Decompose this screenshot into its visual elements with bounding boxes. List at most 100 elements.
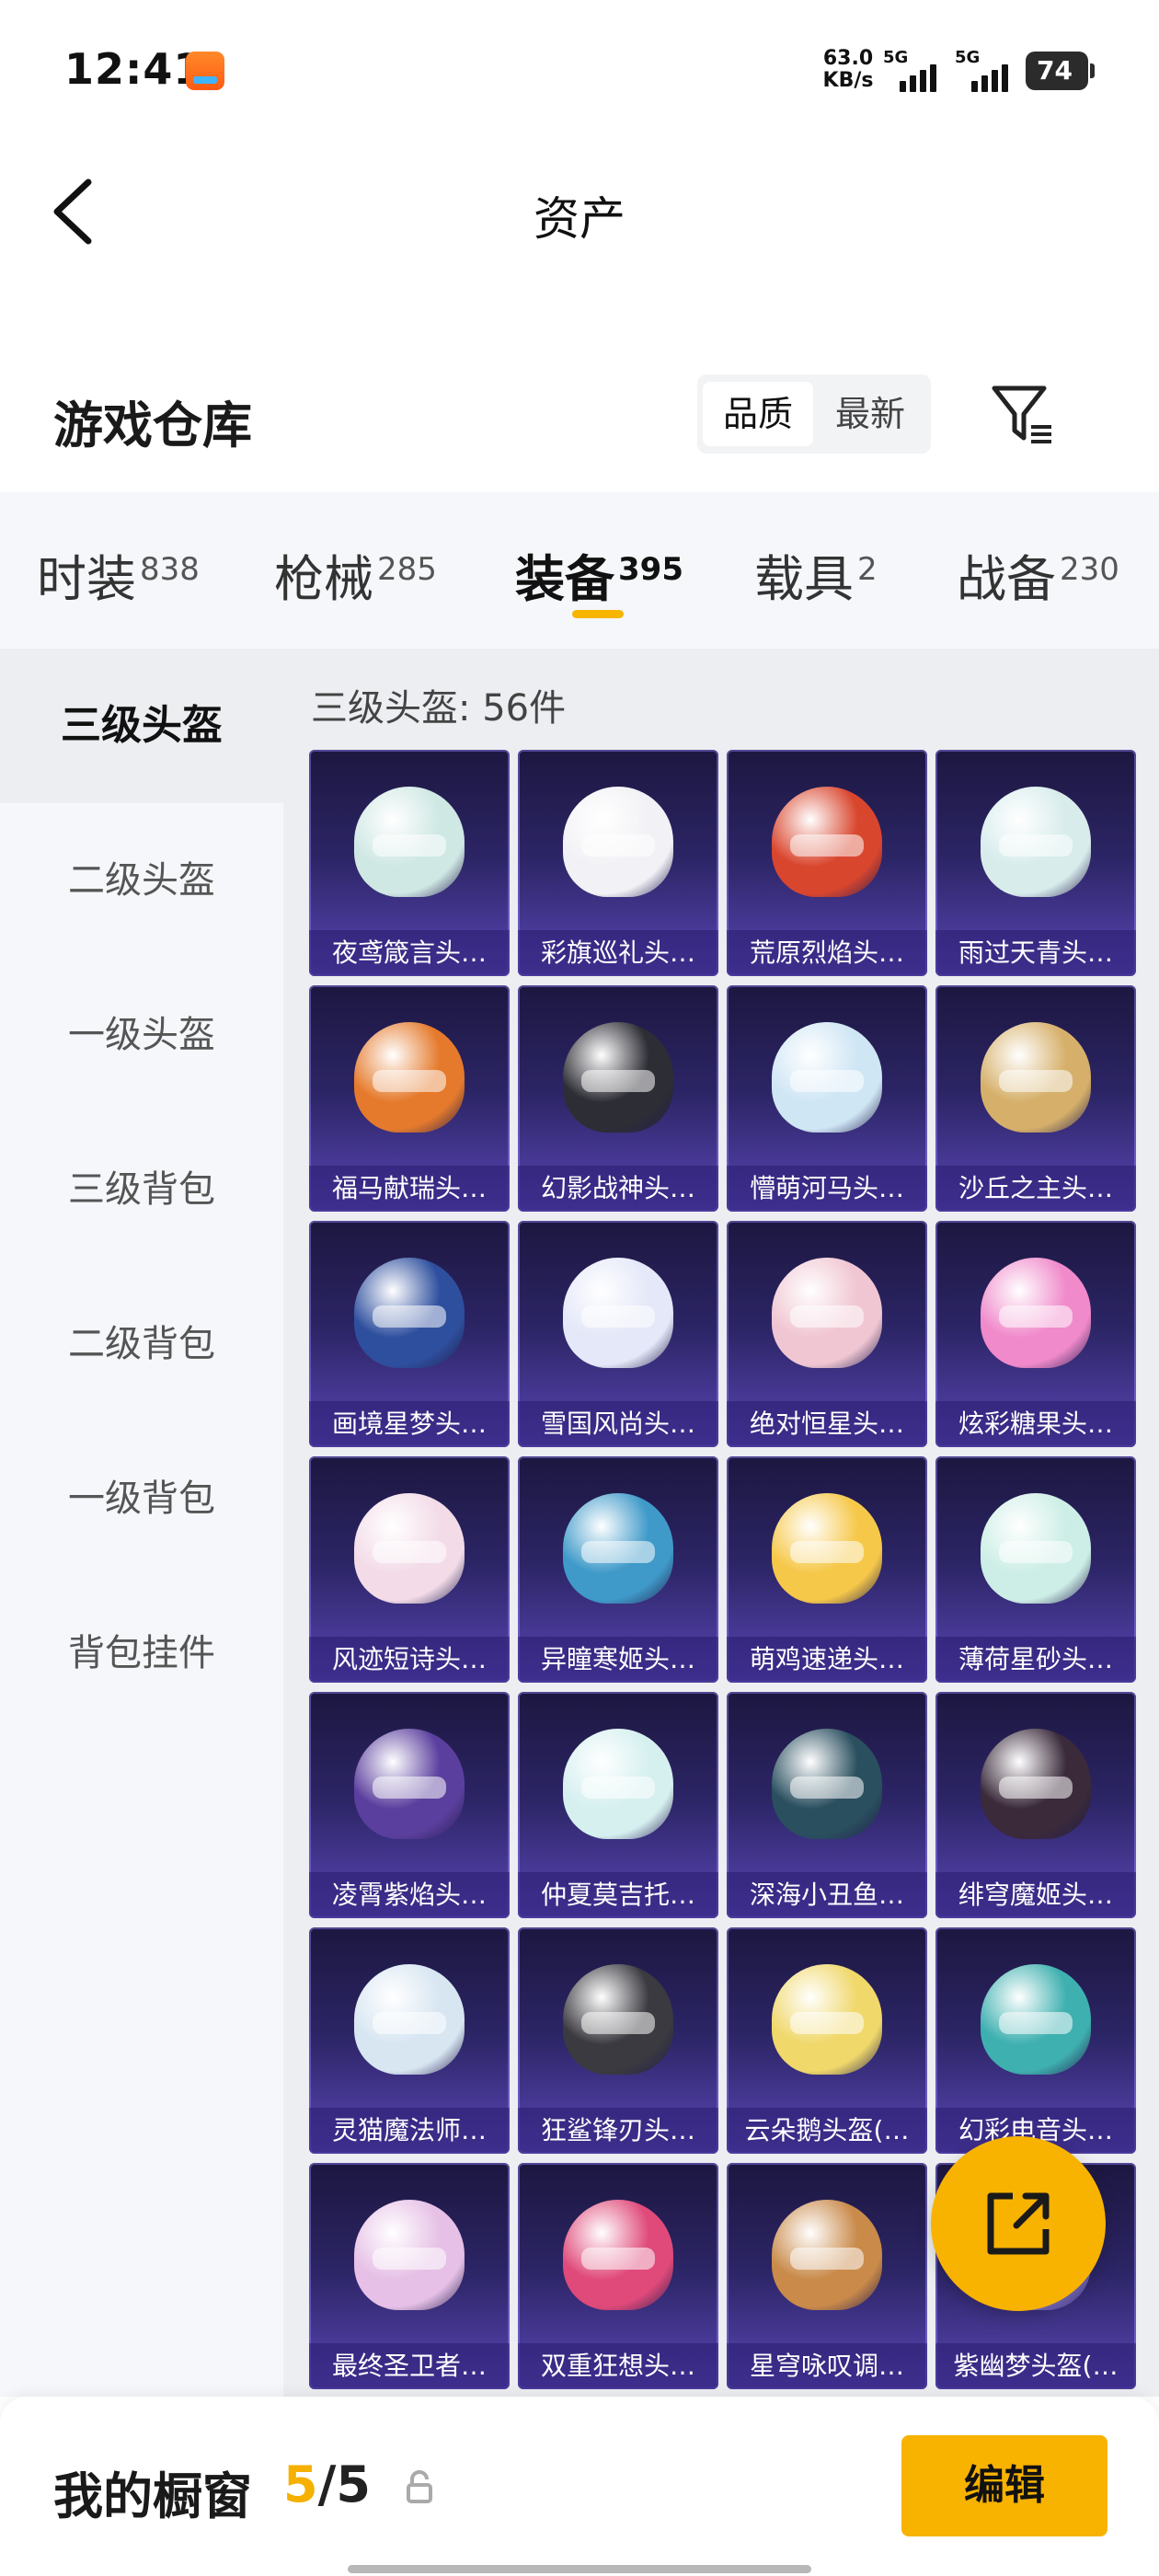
item-name: 最终圣卫者… xyxy=(309,2343,510,2389)
tab-guns[interactable]: 枪械 285 xyxy=(274,538,437,611)
sidebar-item-level2-helmet[interactable]: 二级头盔 xyxy=(0,803,283,958)
filter-icon[interactable] xyxy=(989,381,1057,449)
sidebar-item-level3-backpack[interactable]: 三级背包 xyxy=(0,1112,283,1267)
sidebar-item-level1-backpack[interactable]: 一级背包 xyxy=(0,1421,283,1576)
tab-vehicles[interactable]: 载具 2 xyxy=(754,538,878,611)
item-name: 雨过天青头… xyxy=(935,930,1136,976)
item-card[interactable]: 幻影战神头… xyxy=(518,985,718,1212)
helmet-icon xyxy=(354,787,465,897)
item-name: 风迹短诗头… xyxy=(309,1637,510,1683)
item-card[interactable]: 最终圣卫者… xyxy=(309,2163,510,2389)
item-card[interactable]: 沙丘之主头… xyxy=(935,985,1136,1212)
helmet-icon xyxy=(354,1258,465,1368)
item-name: 灵猫魔法师… xyxy=(309,2108,510,2154)
sidebar-item-backpack-charm[interactable]: 背包挂件 xyxy=(0,1576,283,1731)
clock: 12:41 xyxy=(64,44,204,94)
helmet-icon xyxy=(981,1964,1091,2075)
sort-by-quality[interactable]: 品质 xyxy=(703,382,813,446)
helmet-icon xyxy=(563,1022,673,1133)
helmet-icon xyxy=(563,1729,673,1839)
item-name: 狂鲨锋刃头… xyxy=(518,2108,718,2154)
item-card[interactable]: 彩旗巡礼头… xyxy=(518,750,718,976)
status-bar: 12:41 63.0 KB/s 5G 5G 74 xyxy=(0,0,1159,138)
helmet-icon xyxy=(981,1022,1091,1133)
helmet-icon xyxy=(981,1258,1091,1368)
item-card[interactable]: 深海小丑鱼… xyxy=(727,1692,927,1918)
helmet-icon xyxy=(772,1964,882,2075)
item-card[interactable]: 狂鲨锋刃头… xyxy=(518,1927,718,2154)
signal-2-icon: 5G xyxy=(955,48,1010,92)
item-card[interactable]: 风迹短诗头… xyxy=(309,1456,510,1683)
helmet-icon xyxy=(772,1022,882,1133)
item-card[interactable]: 绝对恒星头… xyxy=(727,1221,927,1447)
item-name: 星穹咏叹调… xyxy=(727,2343,927,2389)
item-name: 异瞳寒姬头… xyxy=(518,1637,718,1683)
network-speed: 63.0 KB/s xyxy=(822,47,874,92)
helmet-icon xyxy=(772,1258,882,1368)
share-button[interactable] xyxy=(931,2136,1106,2311)
tab-fashion[interactable]: 时装 838 xyxy=(37,538,200,611)
share-export-icon xyxy=(987,2192,1050,2255)
helmet-icon xyxy=(772,1729,882,1839)
helmet-icon xyxy=(981,787,1091,897)
item-card[interactable]: 云朵鹅头盔(… xyxy=(727,1927,927,2154)
category-tabs: 时装 838 枪械 285 装备 395 载具 2 战备 230 xyxy=(0,492,1159,649)
sidebar-item-level2-backpack[interactable]: 二级背包 xyxy=(0,1267,283,1421)
item-name: 仲夏莫吉托… xyxy=(518,1872,718,1918)
item-card[interactable]: 懵萌河马头… xyxy=(727,985,927,1212)
home-indicator[interactable] xyxy=(348,2565,811,2573)
helmet-icon xyxy=(563,1493,673,1604)
showcase-bar: 我的橱窗 5/5 编辑 xyxy=(0,2397,1159,2576)
item-card[interactable]: 萌鸡速递头… xyxy=(727,1456,927,1683)
item-card[interactable]: 幻彩电音头… xyxy=(935,1927,1136,2154)
helmet-icon xyxy=(772,2200,882,2310)
edit-button[interactable]: 编辑 xyxy=(901,2435,1107,2536)
item-card[interactable]: 炫彩糖果头… xyxy=(935,1221,1136,1447)
helmet-icon xyxy=(354,1022,465,1133)
item-card[interactable]: 雨过天青头… xyxy=(935,750,1136,976)
item-card[interactable]: 福马献瑞头… xyxy=(309,985,510,1212)
item-card[interactable]: 雪国风尚头… xyxy=(518,1221,718,1447)
item-name: 画境星梦头… xyxy=(309,1401,510,1447)
helmet-icon xyxy=(563,787,673,897)
item-name: 沙丘之主头… xyxy=(935,1166,1136,1212)
item-name: 懵萌河马头… xyxy=(727,1166,927,1212)
item-name: 彩旗巡礼头… xyxy=(518,930,718,976)
taobao-flash-app-icon xyxy=(186,52,224,90)
item-name: 紫幽梦头盔(… xyxy=(935,2343,1136,2389)
item-name: 幻影战神头… xyxy=(518,1166,718,1212)
item-card[interactable]: 异瞳寒姬头… xyxy=(518,1456,718,1683)
sidebar-item-level3-helmet[interactable]: 三级头盔 xyxy=(0,649,283,803)
item-card[interactable]: 凌霄紫焰头… xyxy=(309,1692,510,1918)
sort-by-newest[interactable]: 最新 xyxy=(815,382,925,446)
item-card[interactable]: 画境星梦头… xyxy=(309,1221,510,1447)
tab-gear[interactable]: 战备 230 xyxy=(957,538,1119,611)
item-name: 夜鸢箴言头… xyxy=(309,930,510,976)
item-card[interactable]: 仲夏莫吉托… xyxy=(518,1692,718,1918)
item-name: 双重狂想头… xyxy=(518,2343,718,2389)
showcase-count: 5/5 xyxy=(283,2455,371,2513)
tab-equipment[interactable]: 装备 395 xyxy=(515,538,683,611)
sort-toggle: 品质 最新 xyxy=(697,374,931,454)
battery-icon: 74 xyxy=(1026,52,1095,90)
helmet-icon xyxy=(981,1493,1091,1604)
item-card[interactable]: 薄荷星砂头… xyxy=(935,1456,1136,1683)
item-card[interactable]: 夜鸢箴言头… xyxy=(309,750,510,976)
helmet-icon xyxy=(772,1493,882,1604)
item-name: 云朵鹅头盔(… xyxy=(727,2108,927,2154)
item-list-panel: 三级头盔: 56件 夜鸢箴言头… 彩旗巡礼头… 荒原烈焰头… 雨过天青头… 福马献瑞头…… xyxy=(283,649,1159,2397)
item-name: 荒原烈焰头… xyxy=(727,930,927,976)
helmet-icon xyxy=(563,1258,673,1368)
item-name: 绯穹魔姬头… xyxy=(935,1872,1136,1918)
item-card[interactable]: 灵猫魔法师… xyxy=(309,1927,510,2154)
item-name: 炫彩糖果头… xyxy=(935,1401,1136,1447)
item-card[interactable]: 星穹咏叹调… xyxy=(727,2163,927,2389)
subcategory-sidebar: 三级头盔 二级头盔 一级头盔 三级背包 二级背包 一级背包 背包挂件 xyxy=(0,649,283,2397)
item-card[interactable]: 绯穹魔姬头… xyxy=(935,1692,1136,1918)
item-name: 薄荷星砂头… xyxy=(935,1637,1136,1683)
sidebar-item-level1-helmet[interactable]: 一级头盔 xyxy=(0,958,283,1112)
item-card[interactable]: 双重狂想头… xyxy=(518,2163,718,2389)
item-card[interactable]: 荒原烈焰头… xyxy=(727,750,927,976)
helmet-icon xyxy=(354,1729,465,1839)
item-name: 凌霄紫焰头… xyxy=(309,1872,510,1918)
